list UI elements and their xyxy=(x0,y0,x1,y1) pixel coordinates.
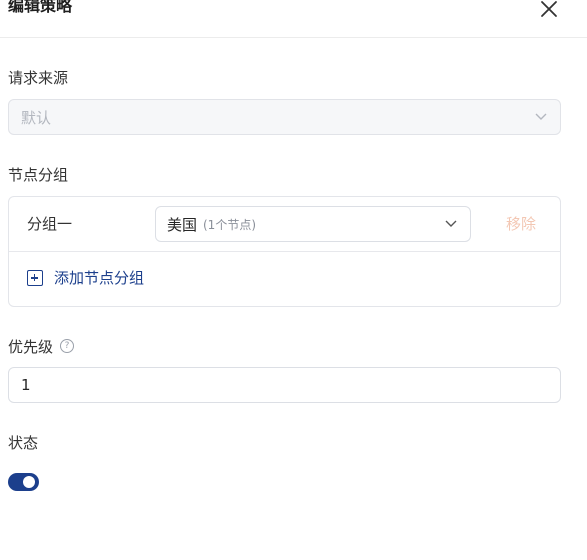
dialog-title: 编辑策略 xyxy=(8,0,73,15)
question-circle-icon[interactable]: ? xyxy=(60,339,74,353)
node-group-select[interactable]: 美国 (1个节点) xyxy=(155,206,471,242)
node-groups-label: 节点分组 xyxy=(8,166,69,184)
request-source-label: 请求来源 xyxy=(8,69,69,87)
chevron-down-icon xyxy=(445,220,457,227)
priority-label: 优先级 xyxy=(8,338,54,356)
priority-input[interactable] xyxy=(8,367,561,403)
remove-group-button[interactable]: 移除 xyxy=(506,214,536,234)
divider xyxy=(9,251,560,252)
node-group-count: (1个节点) xyxy=(203,218,256,232)
node-group-selected: 美国 xyxy=(167,216,198,234)
group-name: 分组一 xyxy=(27,215,73,233)
plus-square-icon xyxy=(27,270,43,286)
request-source-value: 默认 xyxy=(21,109,52,127)
request-source-select[interactable]: 默认 xyxy=(8,99,561,135)
chevron-down-icon xyxy=(535,113,547,120)
status-toggle[interactable] xyxy=(8,473,39,491)
status-label: 状态 xyxy=(8,434,39,452)
add-node-group-label: 添加节点分组 xyxy=(54,269,145,287)
dialog-header: 编辑策略 xyxy=(0,0,587,38)
close-icon[interactable] xyxy=(538,0,560,20)
toggle-knob xyxy=(23,476,35,488)
node-group-panel: 分组一 美国 (1个节点) 移除 添加节点分组 xyxy=(8,196,561,307)
